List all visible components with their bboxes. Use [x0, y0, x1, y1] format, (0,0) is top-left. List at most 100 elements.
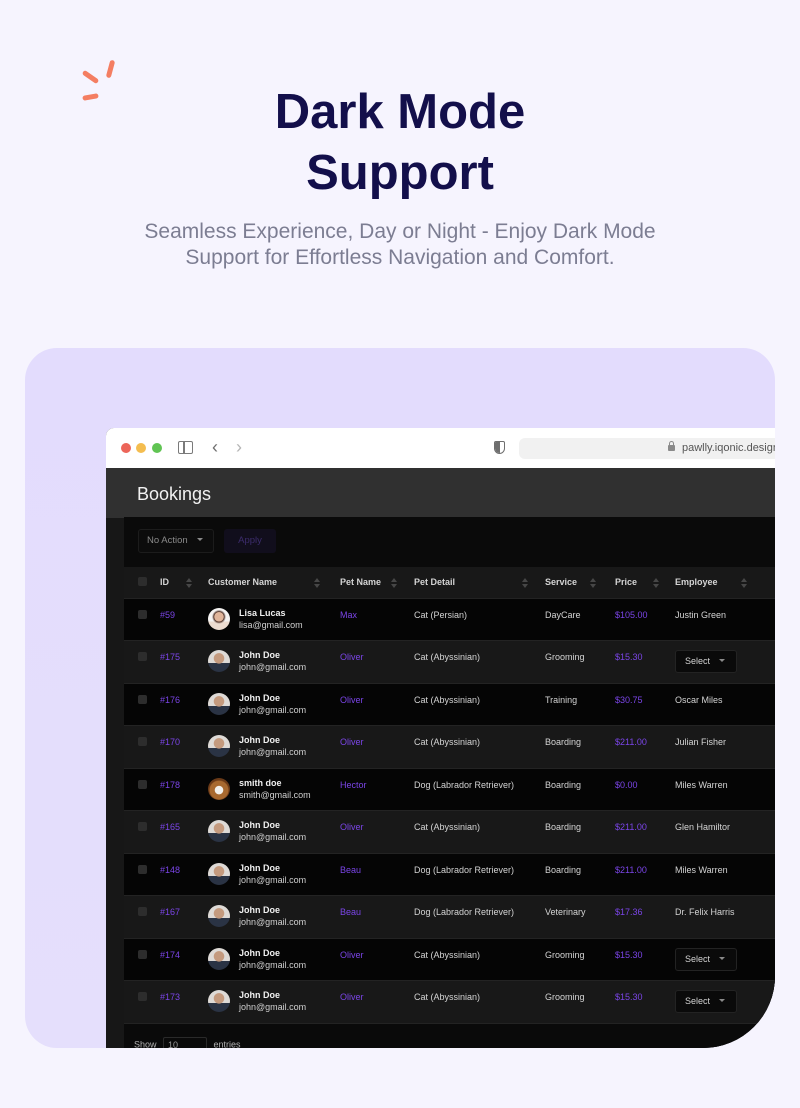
pet-name-link[interactable]: Oliver: [340, 737, 364, 747]
app-content: Bookings No Action Apply ID Customer Nam…: [106, 468, 775, 1048]
booking-id-cell: #59: [160, 598, 208, 641]
column-header-price[interactable]: Price: [615, 567, 675, 599]
customer-text: John Doe john@gmail.com: [239, 692, 306, 717]
pet-name-link[interactable]: Oliver: [340, 950, 364, 960]
sort-icon[interactable]: [741, 578, 747, 588]
booking-id-link[interactable]: #167: [160, 907, 180, 917]
booking-id-link[interactable]: #165: [160, 822, 180, 832]
pet-name-link[interactable]: Oliver: [340, 992, 364, 1002]
employee-select[interactable]: Select: [675, 990, 737, 1013]
pet-name-link[interactable]: Beau: [340, 865, 361, 875]
showcase-card: ‹ › pawlly.iqonic.design Bookings No Act…: [25, 348, 775, 1048]
table-row[interactable]: #175 John Doe john@gmail.com Oliver Cat …: [124, 640, 775, 684]
customer-cell: smith doe smith@gmail.com: [208, 768, 340, 811]
avatar: [208, 735, 230, 757]
employee-select-label: Select: [685, 953, 711, 964]
row-checkbox[interactable]: [138, 864, 147, 874]
table-row[interactable]: #173 John Doe john@gmail.com Oliver Cat …: [124, 980, 775, 1024]
back-arrow-icon[interactable]: ‹: [212, 437, 218, 457]
customer-cell: John Doe john@gmail.com: [208, 683, 340, 726]
row-checkbox[interactable]: [138, 822, 147, 831]
table-header-row: ID Customer Name Pet Name Pet Detail Ser…: [124, 567, 775, 599]
booking-id-cell: #175: [160, 640, 208, 684]
sort-icon[interactable]: [314, 578, 320, 588]
table-row[interactable]: #167 John Doe john@gmail.com Beau Dog (L…: [124, 895, 775, 939]
sort-icon[interactable]: [391, 578, 397, 588]
customer-info: John Doe john@gmail.com: [208, 989, 340, 1014]
column-header-id[interactable]: ID: [160, 567, 208, 599]
row-checkbox[interactable]: [138, 992, 147, 1001]
pet-name-link[interactable]: Oliver: [340, 695, 364, 705]
customer-info: Lisa Lucas lisa@gmail.com: [208, 607, 340, 632]
apply-button[interactable]: Apply: [224, 529, 276, 553]
price-cell: $15.30: [615, 640, 675, 684]
sidebar-toggle-icon[interactable]: [178, 441, 193, 454]
employee-name: Glen Hamiltor: [675, 822, 731, 832]
lock-icon: [667, 441, 675, 451]
pet-detail-cell: Dog (Labrador Retriever): [414, 895, 545, 939]
employee-select[interactable]: Select: [675, 650, 737, 673]
pet-name-link[interactable]: Oliver: [340, 822, 364, 832]
chevron-down-icon: [719, 999, 726, 1002]
pet-name-link[interactable]: Hector: [340, 780, 367, 790]
table-row[interactable]: #59 Lisa Lucas lisa@gmail.com Max Cat (P…: [124, 598, 775, 641]
table-row[interactable]: #174 John Doe john@gmail.com Oliver Cat …: [124, 938, 775, 981]
row-checkbox[interactable]: [138, 609, 147, 619]
close-window-button[interactable]: [121, 443, 131, 453]
column-header-employee[interactable]: Employee: [675, 567, 775, 599]
booking-id-link[interactable]: #174: [160, 950, 180, 960]
customer-name: John Doe: [239, 650, 281, 660]
row-checkbox[interactable]: [138, 907, 147, 916]
booking-id-link[interactable]: #178: [160, 780, 180, 790]
booking-id-link[interactable]: #176: [160, 695, 180, 705]
privacy-shield-icon[interactable]: [494, 441, 505, 454]
employee-cell: Select: [675, 980, 775, 1024]
booking-id-link[interactable]: #173: [160, 992, 180, 1002]
table-row[interactable]: #148 John Doe john@gmail.com Beau Dog (L…: [124, 853, 775, 896]
table-row[interactable]: #170 John Doe john@gmail.com Oliver Cat …: [124, 725, 775, 769]
entries-label: entries: [213, 1039, 241, 1048]
pet-name-link[interactable]: Max: [340, 610, 357, 620]
booking-id-link[interactable]: #175: [160, 652, 180, 662]
column-header-pet-detail[interactable]: Pet Detail: [414, 567, 545, 599]
customer-info: John Doe john@gmail.com: [208, 947, 340, 972]
booking-id-link[interactable]: #148: [160, 865, 180, 875]
sort-icon[interactable]: [522, 578, 528, 588]
price-value: $211.00: [615, 822, 647, 832]
page-length-select[interactable]: 10: [163, 1037, 208, 1048]
table-row[interactable]: #165 John Doe john@gmail.com Oliver Cat …: [124, 810, 775, 854]
table-row[interactable]: #178 smith doe smith@gmail.com Hector Do…: [124, 768, 775, 811]
chevron-down-icon: [719, 659, 726, 662]
row-checkbox[interactable]: [138, 949, 147, 959]
table-row[interactable]: #176 John Doe john@gmail.com Oliver Cat …: [124, 683, 775, 726]
pet-name-link[interactable]: Beau: [340, 907, 361, 917]
pet-detail-cell: Dog (Labrador Retriever): [414, 853, 545, 896]
sort-icon[interactable]: [590, 578, 596, 588]
maximize-window-button[interactable]: [152, 443, 162, 453]
sort-icon[interactable]: [653, 578, 659, 588]
employee-select-label: Select: [685, 996, 711, 1006]
customer-cell: John Doe john@gmail.com: [208, 853, 340, 896]
booking-id-link[interactable]: #170: [160, 737, 180, 747]
minimize-window-button[interactable]: [136, 443, 146, 453]
forward-arrow-icon[interactable]: ›: [236, 437, 242, 457]
sort-icon[interactable]: [186, 578, 192, 588]
employee-name: Dr. Felix Harris: [675, 907, 735, 917]
pet-name-link[interactable]: Oliver: [340, 652, 364, 662]
price-value: $15.30: [615, 949, 643, 960]
select-all-checkbox[interactable]: [138, 576, 147, 586]
booking-id-link[interactable]: #59: [160, 610, 175, 620]
bulk-action-select[interactable]: No Action: [138, 529, 214, 553]
pet-name-cell: Oliver: [340, 810, 414, 854]
customer-info: John Doe john@gmail.com: [208, 692, 340, 717]
column-header-service[interactable]: Service: [545, 567, 615, 599]
column-header-pet-name[interactable]: Pet Name: [340, 567, 414, 599]
address-bar[interactable]: pawlly.iqonic.design: [519, 438, 775, 459]
row-checkbox[interactable]: [138, 737, 147, 746]
row-checkbox[interactable]: [138, 694, 147, 704]
employee-select[interactable]: Select: [675, 947, 737, 971]
row-checkbox[interactable]: [138, 779, 147, 789]
row-checkbox[interactable]: [138, 652, 147, 661]
hero-title-line-2: Support: [306, 146, 494, 200]
column-header-customer-name[interactable]: Customer Name: [208, 567, 340, 599]
